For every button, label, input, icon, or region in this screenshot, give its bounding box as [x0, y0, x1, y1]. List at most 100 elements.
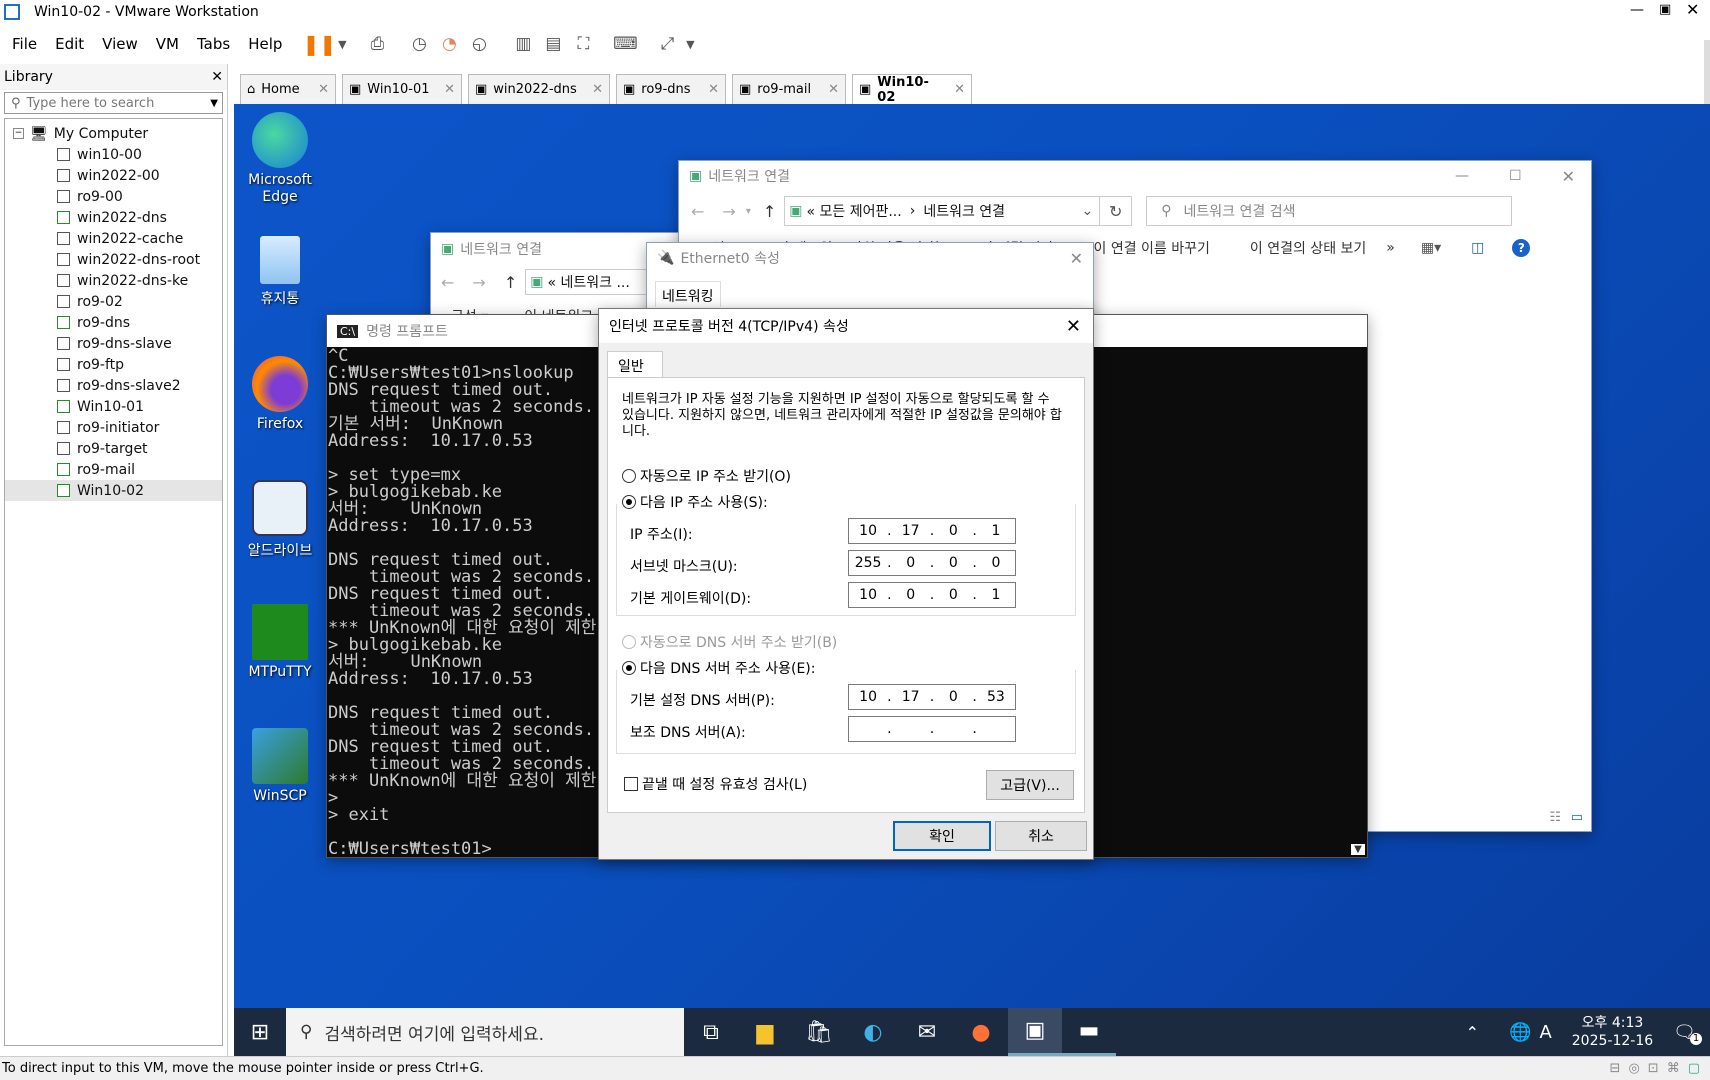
tab-close-icon[interactable]: ✕: [434, 82, 455, 97]
tree-vm-item[interactable]: ro9-dns: [5, 312, 222, 333]
task-view-icon[interactable]: ⧉: [684, 1008, 738, 1056]
close-icon[interactable]: ✕: [1066, 316, 1081, 337]
forward-icon[interactable]: →: [472, 273, 485, 292]
large-icons-view-icon[interactable]: ▭: [1571, 810, 1583, 825]
maximize-button[interactable]: ▣: [1659, 2, 1671, 17]
snapshot-icon[interactable]: ◷: [404, 29, 434, 59]
ipv4-properties-dialog[interactable]: 인터넷 프로토콜 버전 4(TCP/IPv4) 속성 ✕ 일반 네트워크가 IP …: [598, 308, 1094, 860]
usb-status-icon[interactable]: ⌘: [1667, 1061, 1680, 1076]
snapshot-manager-icon[interactable]: ◵: [464, 29, 494, 59]
rename-button[interactable]: 이 연결 이름 바꾸기: [1094, 238, 1210, 258]
tree-vm-item[interactable]: ro9-mail: [5, 459, 222, 480]
tree-vm-item[interactable]: win10-00: [5, 144, 222, 165]
tab-win10-01[interactable]: ▣ Win10-01 ✕: [342, 74, 462, 104]
show-library-icon[interactable]: ▥: [508, 29, 538, 59]
help-icon[interactable]: ?: [1512, 239, 1531, 257]
up-icon[interactable]: ↑: [763, 202, 776, 221]
library-close-icon[interactable]: ✕: [211, 69, 223, 85]
tree-vm-item[interactable]: ro9-02: [5, 291, 222, 312]
library-search-input[interactable]: ⚲ Type here to search ▼: [4, 92, 223, 114]
minimize-icon[interactable]: —: [1455, 168, 1469, 184]
desktop-icon-mtputty[interactable]: MTPuTTY: [240, 604, 320, 680]
collapse-icon[interactable]: −: [13, 128, 24, 139]
desktop-icon-recycle-bin[interactable]: 휴지통: [240, 236, 320, 308]
search-dropdown-icon[interactable]: ▼: [210, 98, 218, 109]
message-log-icon[interactable]: ▢: [1688, 1061, 1700, 1076]
validate-checkbox[interactable]: 끝낼 때 설정 유효성 검사(L): [624, 774, 807, 794]
alternate-dns-field[interactable]: ...: [848, 716, 1016, 742]
stretch-dropdown-icon[interactable]: ▼: [682, 29, 698, 59]
close-icon[interactable]: ✕: [1070, 249, 1083, 268]
fullscreen-icon[interactable]: ⛶: [568, 29, 598, 59]
tree-vm-item[interactable]: ro9-initiator: [5, 417, 222, 438]
network-status-icon[interactable]: ⊡: [1648, 1061, 1659, 1076]
ime-indicator[interactable]: A: [1539, 1022, 1551, 1043]
tab-close-icon[interactable]: ✕: [698, 82, 719, 97]
close-icon[interactable]: ✕: [1562, 167, 1575, 186]
tree-root[interactable]: − 🖥 My Computer: [5, 123, 222, 144]
tree-vm-item[interactable]: win2022-00: [5, 165, 222, 186]
tab-win10-02[interactable]: ▣ Win10-02 ✕: [852, 74, 972, 105]
recent-dropdown-icon[interactable]: ▾: [746, 206, 751, 217]
pause-icon[interactable]: ❚❚: [303, 29, 337, 59]
tab-close-icon[interactable]: ✕: [818, 82, 839, 97]
tab-close-icon[interactable]: ✕: [308, 82, 329, 97]
scroll-down-icon[interactable]: ▼: [1351, 844, 1365, 855]
console-view-icon[interactable]: ⌨: [610, 29, 640, 59]
clock[interactable]: 오후 4:13 2025-12-16: [1572, 1014, 1653, 1050]
tree-vm-item[interactable]: ro9-dns-slave2: [5, 375, 222, 396]
tree-vm-item[interactable]: Win10-02: [5, 480, 222, 501]
gateway-field[interactable]: 10. 0. 0. 1: [848, 582, 1016, 608]
stretch-guest-icon[interactable]: ⤢: [652, 29, 682, 59]
desktop-icon-firefox[interactable]: Firefox: [240, 356, 320, 432]
minimize-button[interactable]: —: [1630, 2, 1644, 18]
show-hidden-icons-icon[interactable]: ⌃: [1466, 1023, 1479, 1042]
tree-vm-item[interactable]: ro9-dns-slave: [5, 333, 222, 354]
tree-vm-item[interactable]: win2022-cache: [5, 228, 222, 249]
subnet-mask-field[interactable]: 255. 0. 0. 0: [848, 550, 1016, 576]
thumbnail-bar-icon[interactable]: ▤: [538, 29, 568, 59]
tab-close-icon[interactable]: ✕: [944, 82, 965, 97]
tree-vm-item[interactable]: ro9-00: [5, 186, 222, 207]
send-ctrl-alt-del-icon[interactable]: ⎙: [362, 29, 392, 59]
view-status-button[interactable]: 이 연결의 상태 보기: [1250, 238, 1366, 258]
notification-icon[interactable]: 🗨 1: [1673, 1022, 1702, 1045]
hdd-status-icon[interactable]: ⊟: [1610, 1061, 1621, 1076]
store-icon[interactable]: 🛍: [792, 1008, 846, 1056]
tab-close-icon[interactable]: ✕: [582, 82, 603, 97]
network-tray-icon[interactable]: 🌐: [1509, 1022, 1531, 1043]
search-input[interactable]: ⚲ 네트워크 연결 검색: [1146, 196, 1513, 226]
more-commands-button[interactable]: »: [1386, 240, 1395, 256]
maximize-icon[interactable]: ☐: [1509, 168, 1522, 184]
change-view-icon[interactable]: ▦▾: [1421, 240, 1441, 256]
close-button[interactable]: ✕: [1686, 0, 1699, 19]
ok-button[interactable]: 확인: [893, 821, 991, 851]
tree-vm-item[interactable]: win2022-dns-ke: [5, 270, 222, 291]
edge-taskbar-icon[interactable]: ◐: [846, 1008, 900, 1056]
taskbar-search-box[interactable]: ⚲ 검색하려면 여기에 입력하세요.: [286, 1008, 684, 1056]
revert-snapshot-icon[interactable]: ◔: [434, 29, 464, 59]
menu-vm[interactable]: VM: [156, 35, 179, 53]
desktop-icon-winscp[interactable]: WinSCP: [240, 728, 320, 804]
tree-vm-item[interactable]: win2022-dns: [5, 207, 222, 228]
tab-win2022-dns[interactable]: ▣ win2022-dns ✕: [468, 74, 610, 104]
tab-general[interactable]: 일반: [607, 351, 663, 379]
tree-vm-item[interactable]: win2022-dns-root: [5, 249, 222, 270]
auto-ip-radio[interactable]: 자동으로 IP 주소 받기(O): [622, 466, 791, 486]
firefox-taskbar-icon[interactable]: ●: [954, 1008, 1008, 1056]
up-icon[interactable]: ↑: [504, 273, 517, 292]
menu-tabs[interactable]: Tabs: [197, 35, 230, 53]
menu-view[interactable]: View: [102, 35, 138, 53]
details-view-icon[interactable]: ☷: [1549, 810, 1561, 825]
network-connections-taskbar-icon[interactable]: ▣: [1008, 1008, 1062, 1056]
preview-pane-icon[interactable]: ◫: [1471, 240, 1484, 256]
advanced-button[interactable]: 고급(V)...: [986, 770, 1074, 800]
ip-address-field[interactable]: 10. 17. 0. 1: [848, 518, 1016, 544]
preferred-dns-field[interactable]: 10. 17. 0. 53: [848, 684, 1016, 710]
desktop-icon-edge[interactable]: Microsoft Edge: [240, 112, 320, 206]
tab-ro9-dns[interactable]: ▣ ro9-dns ✕: [616, 74, 726, 104]
mail-icon[interactable]: ✉: [900, 1008, 954, 1056]
start-button-icon[interactable]: ⊞: [234, 1008, 286, 1056]
address-path-current[interactable]: 네트워크 연결: [923, 201, 1005, 221]
back-icon[interactable]: ←: [691, 202, 704, 221]
